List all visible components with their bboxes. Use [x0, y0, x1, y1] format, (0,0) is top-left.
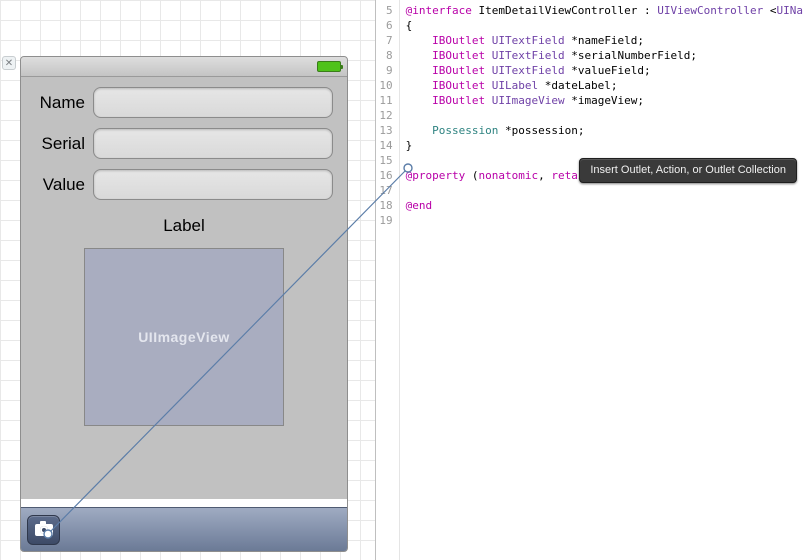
code-line[interactable]: {	[406, 18, 803, 33]
form-row-name: Name	[35, 87, 333, 118]
code-line[interactable]: IBOutlet UITextField *nameField;	[406, 33, 803, 48]
code-line[interactable]	[406, 183, 803, 198]
code-line[interactable]	[406, 108, 803, 123]
interface-builder-canvas[interactable]: ✕ Name Serial Value Label	[0, 0, 375, 560]
connection-tooltip: Insert Outlet, Action, or Outlet Collect…	[579, 158, 797, 183]
bottom-toolbar	[21, 507, 347, 551]
serial-field[interactable]	[93, 128, 333, 159]
device-view[interactable]: Name Serial Value Label UIImageView	[20, 56, 348, 552]
label-name: Name	[35, 93, 93, 113]
code-editor[interactable]: 5678910111213141516171819 @interface Ite…	[375, 0, 803, 560]
code-line[interactable]: }	[406, 138, 803, 153]
date-label[interactable]: Label	[35, 216, 333, 236]
image-view[interactable]: UIImageView	[84, 248, 284, 426]
code-line[interactable]: @end	[406, 198, 803, 213]
close-icon[interactable]: ✕	[2, 56, 16, 70]
form-area: Name Serial Value Label UIImageView	[21, 77, 347, 499]
xcode-workspace: ✕ Name Serial Value Label	[0, 0, 803, 560]
code-line[interactable]: Possession *possession;	[406, 123, 803, 138]
form-row-serial: Serial	[35, 128, 333, 159]
camera-icon	[35, 524, 53, 536]
line-gutter: 5678910111213141516171819	[376, 0, 400, 560]
image-view-placeholder: UIImageView	[138, 329, 230, 345]
code-line[interactable]: @interface ItemDetailViewController : UI…	[406, 3, 803, 18]
code-line[interactable]: IBOutlet UIImageView *imageView;	[406, 93, 803, 108]
code-area[interactable]: @interface ItemDetailViewController : UI…	[400, 0, 803, 560]
camera-button[interactable]	[27, 515, 60, 545]
code-line[interactable]: IBOutlet UITextField *serialNumberField;	[406, 48, 803, 63]
form-row-value: Value	[35, 169, 333, 200]
code-line[interactable]: IBOutlet UILabel *dateLabel;	[406, 78, 803, 93]
label-serial: Serial	[35, 134, 93, 154]
value-field[interactable]	[93, 169, 333, 200]
status-bar	[21, 57, 347, 77]
name-field[interactable]	[93, 87, 333, 118]
battery-icon	[317, 61, 341, 72]
label-value: Value	[35, 175, 93, 195]
code-line[interactable]	[406, 213, 803, 228]
white-strip	[21, 499, 347, 507]
code-line[interactable]: IBOutlet UITextField *valueField;	[406, 63, 803, 78]
